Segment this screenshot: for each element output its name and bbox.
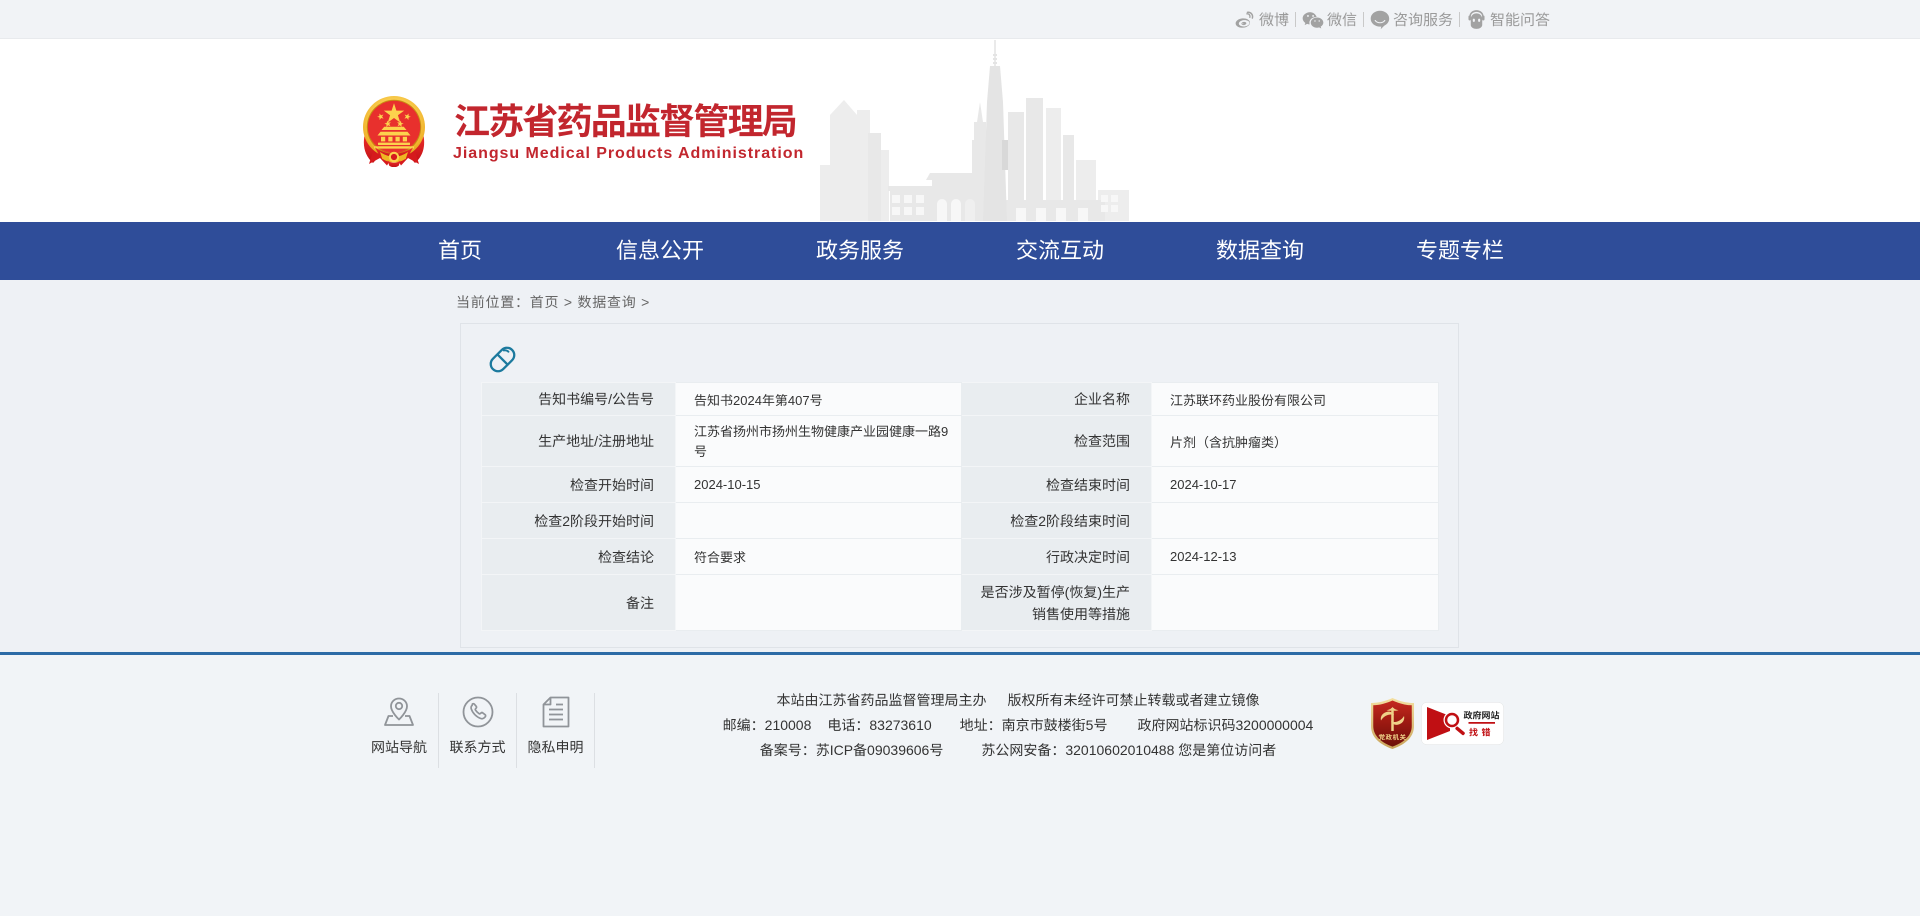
svg-text:党政机关: 党政机关 bbox=[1379, 732, 1407, 742]
svg-text:政府网站: 政府网站 bbox=[1463, 709, 1499, 722]
svg-text:找错: 找错 bbox=[1469, 726, 1494, 739]
